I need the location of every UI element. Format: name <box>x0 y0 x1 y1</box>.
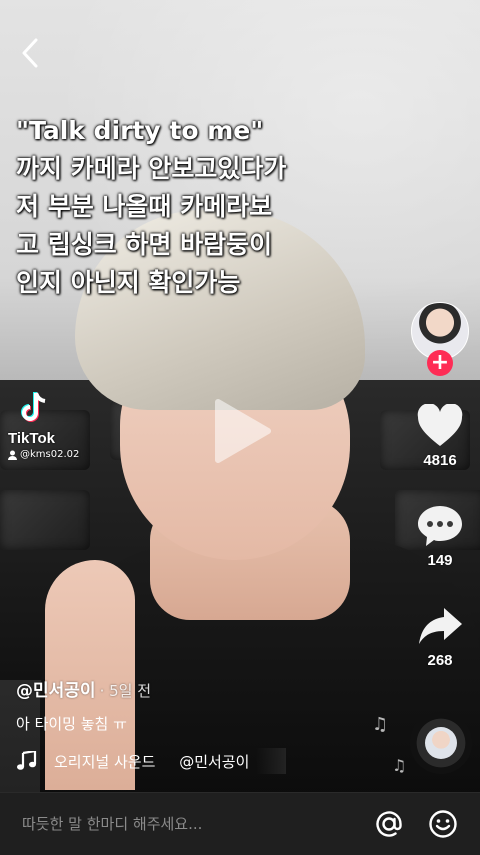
floating-note-icon: ♫ <box>392 756 407 775</box>
author-line: @민서공이 · 5일 전 <box>16 676 396 701</box>
overlay-line: "Talk dirty to me" <box>16 116 264 145</box>
author-name[interactable]: @민서공이 <box>16 681 96 701</box>
share-button[interactable]: 268 <box>400 604 480 669</box>
user-icon <box>8 450 17 460</box>
post-info: @민서공이 · 5일 전 아 타이밍 놓침 ㅠ <box>16 676 396 734</box>
mention-button[interactable] <box>374 809 404 839</box>
share-arrow-icon <box>419 608 462 644</box>
watermark-brand: TikTok <box>8 430 55 447</box>
creator-avatar-button[interactable]: + <box>411 302 469 376</box>
like-button[interactable]: 4816 <box>400 404 480 469</box>
overlay-line: 고 립싱크 하면 바람둥이 <box>16 230 273 259</box>
post-date: · 5일 전 <box>99 682 152 700</box>
comment-button[interactable]: 149 <box>400 504 480 569</box>
overlay-line: 까지 카메라 안보고있다가 <box>16 154 287 183</box>
tiktok-logo-icon <box>21 392 46 422</box>
music-ticker[interactable]: 오리지널 사운드 @민서공이 <box>16 748 286 774</box>
disc-avatar <box>425 727 457 759</box>
watermark-user: @kms02.02 <box>8 449 98 460</box>
smile-icon <box>429 810 457 838</box>
sound-name: 오리지널 사운드 @민서공이 <box>54 752 250 771</box>
tiktok-watermark: TikTok @kms02.02 <box>8 390 98 460</box>
share-count: 268 <box>427 652 453 669</box>
play-icon[interactable] <box>212 398 272 464</box>
music-disc[interactable]: ♫ ♫ <box>372 712 472 775</box>
overlay-line: 인지 아닌지 확인가능 <box>16 268 241 297</box>
comment-count: 149 <box>427 552 453 569</box>
follow-button[interactable]: + <box>427 350 453 376</box>
heart-icon <box>417 404 463 446</box>
emoji-button[interactable] <box>428 809 458 839</box>
ticker-fade <box>256 748 286 774</box>
back-button[interactable] <box>16 36 46 70</box>
watermark-username: @kms02.02 <box>20 449 80 460</box>
post-caption: 아 타이밍 놓침 ㅠ <box>16 715 127 733</box>
like-count: 4816 <box>423 452 457 469</box>
comment-bar: 따듯한 말 한마디 해주세요... <box>0 792 480 855</box>
overlay-line: 저 부분 나올때 카메라보 <box>16 192 273 221</box>
video-overlay-text: "Talk dirty to me" 까지 카메라 안보고있다가 저 부분 나올… <box>16 112 396 302</box>
comment-input[interactable]: 따듯한 말 한마디 해주세요... <box>22 813 202 834</box>
chevron-left-icon <box>22 38 38 68</box>
at-sign-icon <box>376 811 402 837</box>
action-rail: + 4816 149 268 ♫ ♫ <box>372 0 480 792</box>
comment-bubble-icon <box>418 506 462 546</box>
music-note-icon <box>17 751 37 770</box>
